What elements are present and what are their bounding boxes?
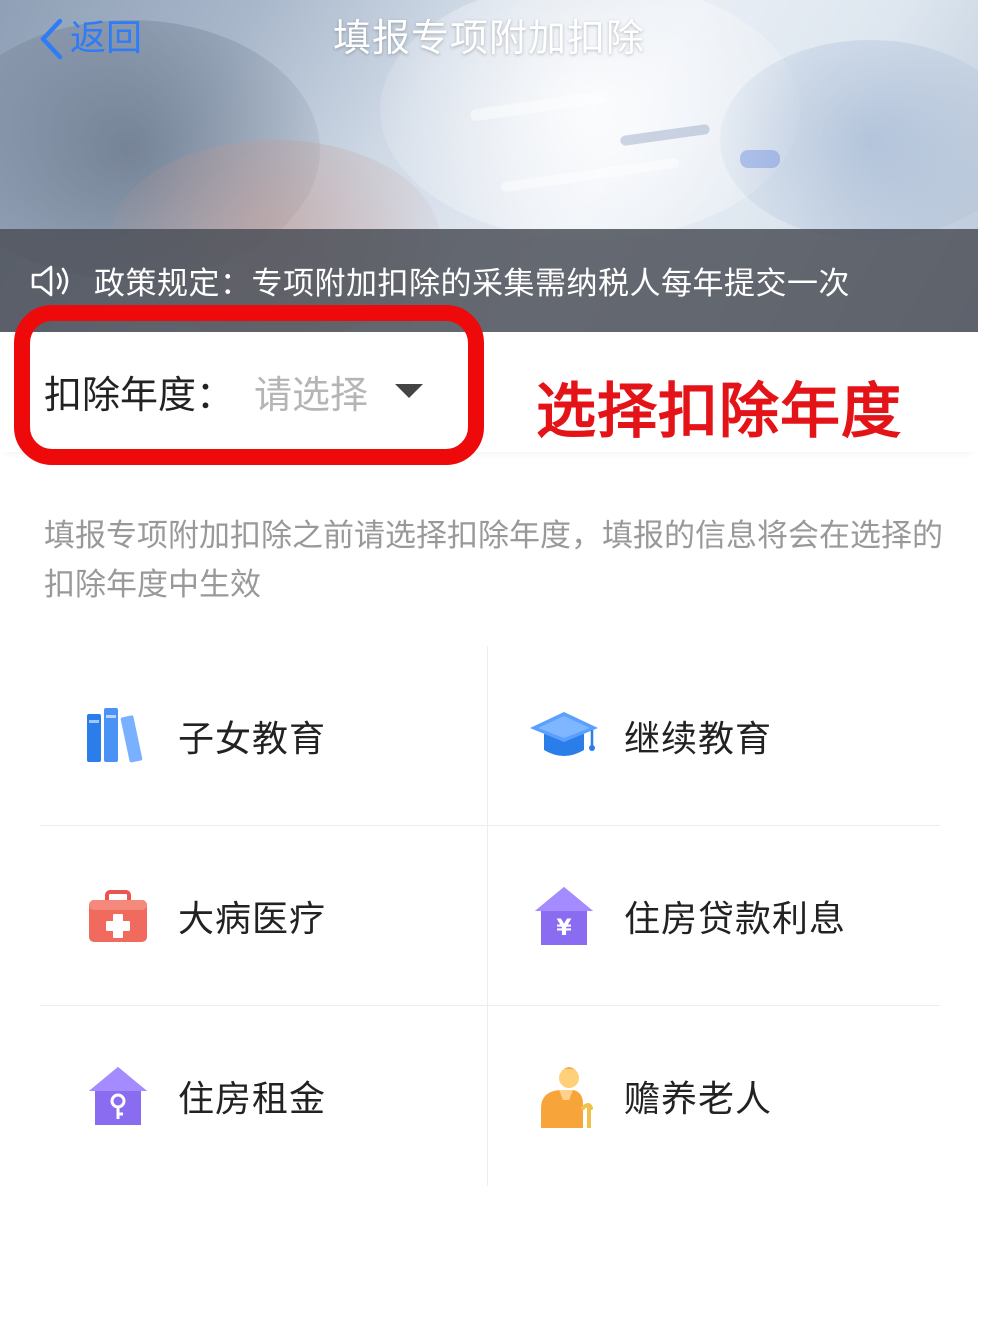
svg-text:¥: ¥ <box>556 916 572 941</box>
category-housing-loan-interest[interactable]: ¥ 住房贷款利息 <box>488 826 940 1006</box>
policy-notice-bar: 政策规定：专项附加扣除的采集需纳税人每年提交一次 <box>0 229 978 332</box>
speaker-icon <box>30 259 74 303</box>
category-serious-illness-medical[interactable]: 大病医疗 <box>40 826 488 1006</box>
category-label: 住房贷款利息 <box>624 898 847 940</box>
category-label: 赡养老人 <box>624 1079 773 1120</box>
house-yuan-icon: ¥ <box>528 880 600 952</box>
page-title: 填报专项附加扣除 <box>332 16 645 60</box>
nav-bar: 返回 填报专项附加扣除 <box>0 0 978 80</box>
category-housing-rent[interactable]: 住房租金 <box>40 1006 488 1186</box>
category-label: 子女教育 <box>178 718 327 760</box>
deduction-category-grid: 子女教育 继续教育 大病医疗 ¥ 住房贷款利息 住房租金 赡养老人 <box>40 646 940 1186</box>
header-banner: 返回 填报专项附加扣除 政策规定：专项附加扣除的采集需纳税人每年提交一次 <box>0 0 978 332</box>
category-children-education[interactable]: 子女教育 <box>40 646 488 826</box>
category-label: 继续教育 <box>624 718 773 760</box>
category-label: 大病医疗 <box>178 898 327 940</box>
policy-notice-text: 政策规定：专项附加扣除的采集需纳税人每年提交一次 <box>94 266 850 302</box>
deduction-year-placeholder: 请选择 <box>254 372 369 417</box>
category-continuing-education[interactable]: 继续教育 <box>488 646 940 826</box>
books-icon <box>82 700 154 772</box>
deduction-year-label: 扣除年度： <box>44 372 235 417</box>
elderly-person-icon <box>528 1060 600 1132</box>
annotation-text: 选择扣除年度 <box>536 377 902 447</box>
graduation-cap-icon <box>528 700 600 772</box>
house-key-icon <box>82 1060 154 1132</box>
deduction-year-select[interactable]: 扣除年度： 请选择 <box>44 358 424 424</box>
page: 返回 填报专项附加扣除 政策规定：专项附加扣除的采集需纳税人每年提交一次 扣除年… <box>0 0 984 1341</box>
banner-background-shape <box>740 150 780 168</box>
medical-kit-icon <box>82 880 154 952</box>
hint-text: 填报专项附加扣除之前请选择扣除年度，填报的信息将会在选择的扣除年度中生效 <box>44 518 943 603</box>
category-elderly-support[interactable]: 赡养老人 <box>488 1006 940 1186</box>
category-label: 住房租金 <box>178 1079 327 1120</box>
caret-down-icon <box>394 382 424 400</box>
